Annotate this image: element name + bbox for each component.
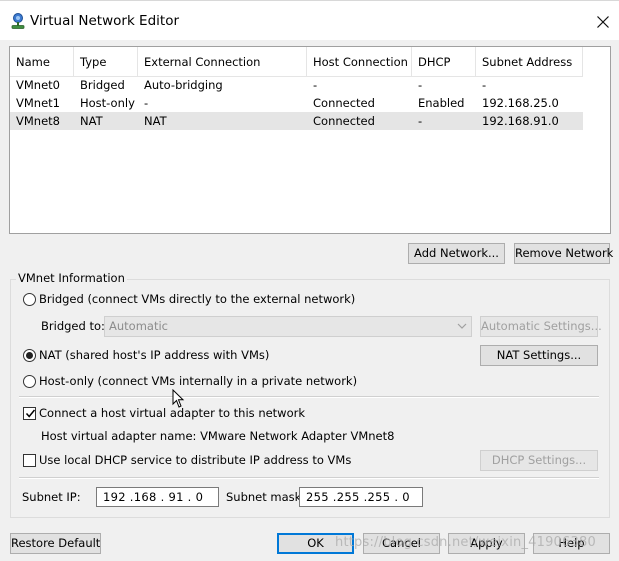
- cell-host-connection: Connected: [313, 114, 375, 128]
- cell-dhcp: -: [418, 114, 423, 128]
- separator: [19, 396, 599, 398]
- bridged-to-select[interactable]: Automatic: [104, 316, 472, 337]
- close-icon[interactable]: [594, 13, 612, 31]
- group-title: VMnet Information: [16, 271, 127, 285]
- nat-radio-label[interactable]: NAT (shared host's IP address with VMs): [39, 348, 269, 362]
- connect-host-adapter-checkbox[interactable]: [23, 407, 36, 420]
- dhcp-settings-button[interactable]: DHCP Settings...: [480, 450, 598, 471]
- restore-default-button[interactable]: Restore Default: [10, 533, 101, 554]
- cell-host-connection: Connected: [313, 96, 375, 110]
- cell-type: NAT: [80, 114, 103, 128]
- table-header: Name Type External Connection Host Conne…: [10, 47, 583, 77]
- network-app-icon: [11, 13, 25, 29]
- bridged-to-value: Automatic: [109, 319, 168, 333]
- bridged-radio[interactable]: [23, 293, 36, 306]
- column-header-host-connection[interactable]: Host Connection: [307, 47, 412, 77]
- add-network-button[interactable]: Add Network...: [408, 243, 505, 264]
- nat-radio[interactable]: [23, 349, 36, 362]
- column-header-type[interactable]: Type: [74, 47, 138, 77]
- connect-host-adapter-label[interactable]: Connect a host virtual adapter to this n…: [39, 406, 305, 420]
- cell-dhcp: -: [418, 78, 423, 92]
- table-row[interactable]: VMnet0 Bridged Auto-bridging - - -: [10, 76, 583, 94]
- cell-type: Bridged: [80, 78, 125, 92]
- cell-name: VMnet1: [16, 96, 60, 110]
- nat-settings-button[interactable]: NAT Settings...: [480, 345, 598, 366]
- window-title: Virtual Network Editor: [30, 13, 180, 29]
- separator: [19, 477, 599, 479]
- cell-host-connection: -: [313, 78, 318, 92]
- dhcp-checkbox[interactable]: [23, 454, 36, 467]
- subnet-ip-input[interactable]: 192 .168 . 91 . 0: [96, 487, 219, 507]
- title-bar: Virtual Network Editor: [0, 0, 619, 40]
- cell-external-connection: -: [144, 96, 149, 110]
- subnet-mask-label: Subnet mask:: [226, 490, 306, 504]
- remove-network-button[interactable]: Remove Network: [514, 243, 613, 264]
- watermark-text: https://blog.csdn.net/weixin_41906380: [335, 535, 596, 550]
- table-row-selected[interactable]: VMnet8 NAT NAT Connected - 192.168.91.0: [10, 112, 583, 130]
- subnet-mask-input[interactable]: 255 .255 .255 . 0: [299, 487, 423, 507]
- checkmark-icon: [25, 409, 36, 418]
- column-header-external-connection[interactable]: External Connection: [138, 47, 307, 77]
- automatic-settings-button[interactable]: Automatic Settings...: [480, 316, 602, 337]
- bridged-radio-label[interactable]: Bridged (connect VMs directly to the ext…: [39, 292, 355, 306]
- subnet-ip-label: Subnet IP:: [22, 490, 81, 504]
- vmnet-table[interactable]: Name Type External Connection Host Conne…: [9, 46, 611, 234]
- cell-type: Host-only: [80, 96, 135, 110]
- cell-subnet-address: 192.168.25.0: [482, 96, 559, 110]
- dhcp-checkbox-label[interactable]: Use local DHCP service to distribute IP …: [39, 453, 351, 467]
- vmnet-information-group: [10, 279, 610, 518]
- host-only-radio-label[interactable]: Host-only (connect VMs internally in a p…: [39, 374, 357, 388]
- cell-subnet-address: -: [482, 78, 487, 92]
- cell-external-connection: NAT: [144, 114, 167, 128]
- host-adapter-name-text: Host virtual adapter name: VMware Networ…: [41, 429, 395, 443]
- host-only-radio[interactable]: [23, 375, 36, 388]
- cell-name: VMnet0: [16, 78, 60, 92]
- cell-name: VMnet8: [16, 114, 60, 128]
- column-header-name[interactable]: Name: [10, 47, 74, 77]
- chevron-down-icon: [457, 323, 467, 329]
- column-header-subnet-address[interactable]: Subnet Address: [476, 47, 583, 77]
- cell-subnet-address: 192.168.91.0: [482, 114, 559, 128]
- cell-dhcp: Enabled: [418, 96, 465, 110]
- bridged-to-label: Bridged to:: [41, 319, 105, 333]
- column-header-dhcp[interactable]: DHCP: [412, 47, 476, 77]
- table-row[interactable]: VMnet1 Host-only - Connected Enabled 192…: [10, 94, 583, 112]
- cell-external-connection: Auto-bridging: [144, 78, 223, 92]
